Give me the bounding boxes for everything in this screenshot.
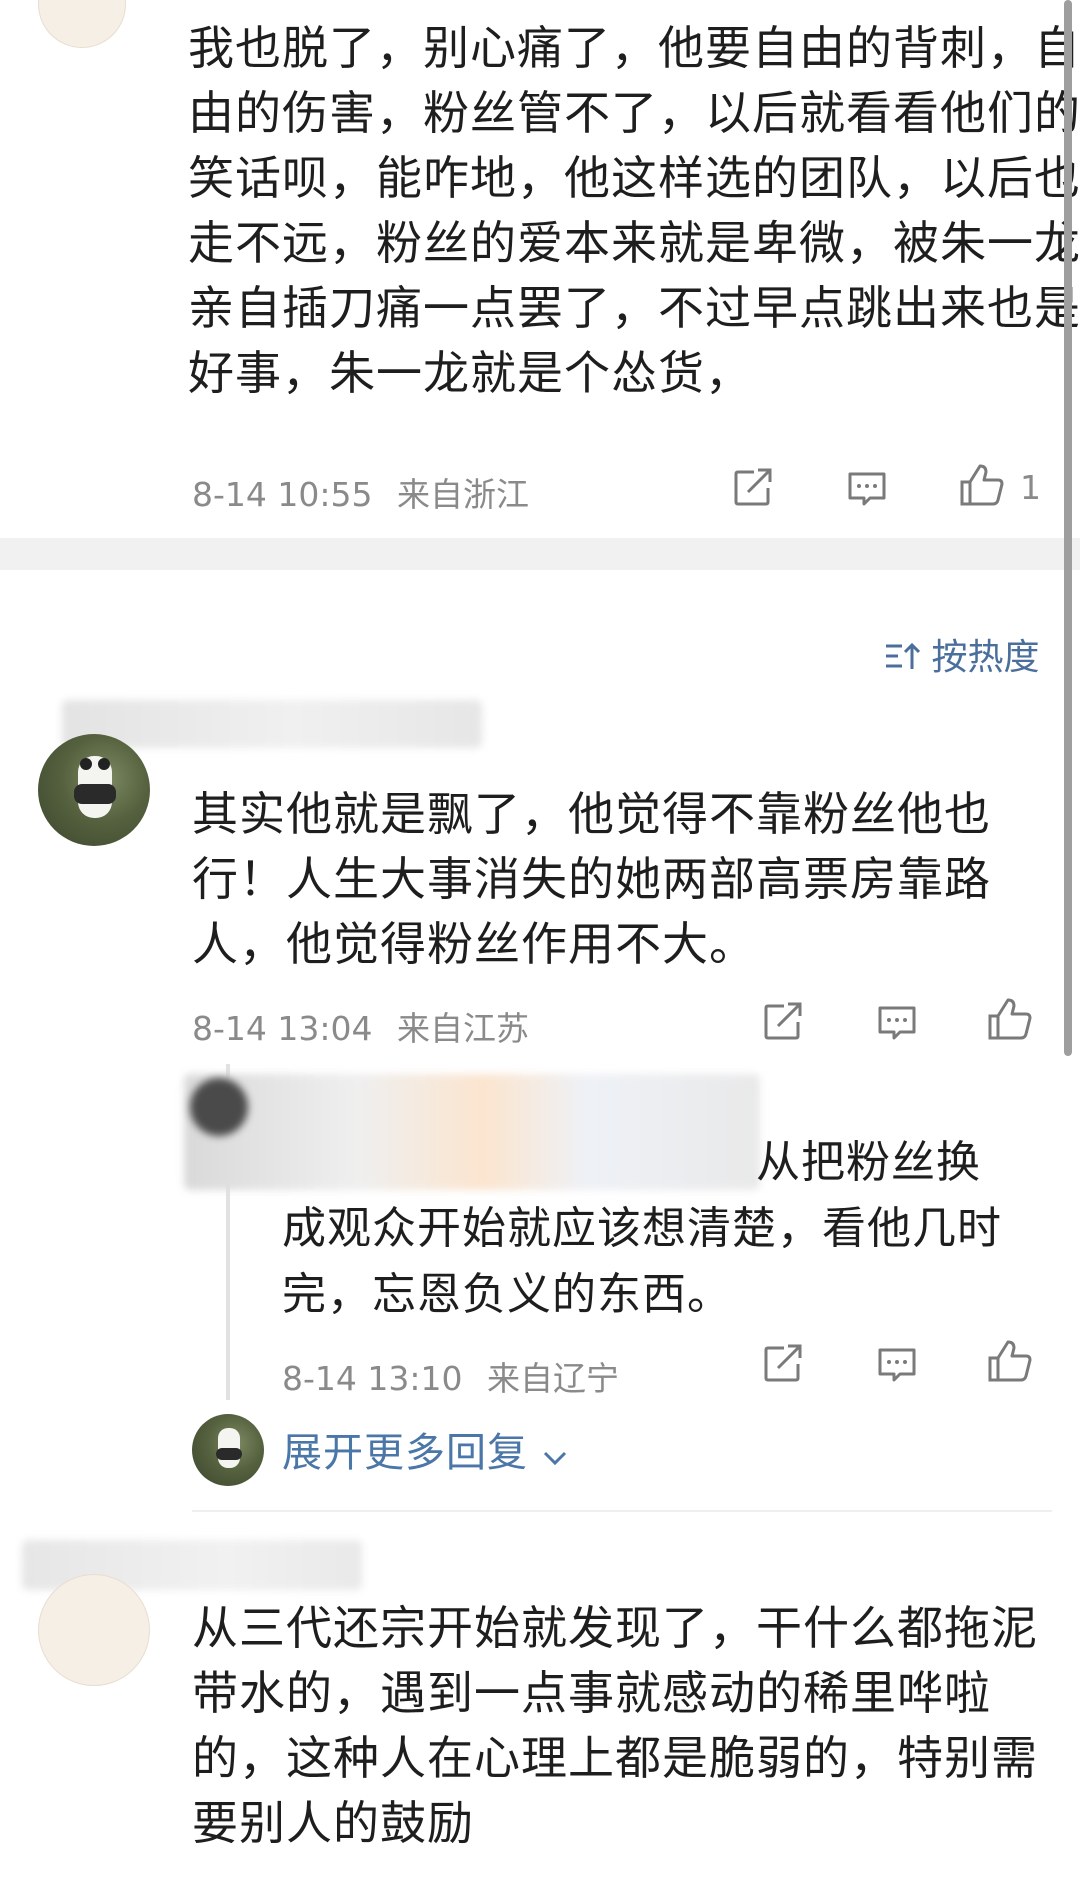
timestamp: 8-14 10:55 (192, 475, 373, 514)
comment-separator (192, 1510, 1052, 1512)
comment-line: 行！人生大事消失的她两部高票房靠路 (192, 852, 991, 906)
comment-line: 由的伤害，粉丝管不了，以后就看看他们的 (188, 86, 1080, 140)
reply-meta: 8-14 13:10 来自辽宁 (282, 1352, 619, 1400)
comment-body: 从三代还宗开始就发现了，干什么都拖泥 带水的，遇到一点事就感动的稀里哗啦 的，这… (192, 1596, 1038, 1856)
share-icon[interactable] (762, 1002, 804, 1042)
comment-meta: 8-14 13:04 来自江苏 (192, 1002, 529, 1050)
expand-label: 展开更多回复 (282, 1430, 528, 1476)
comment-icon[interactable] (876, 1346, 918, 1386)
username-redacted (62, 700, 482, 748)
avatar[interactable] (38, 0, 126, 48)
comment-meta: 8-14 10:55 来自浙江 (192, 468, 529, 516)
scrollbar[interactable] (1064, 0, 1072, 1056)
share-icon[interactable] (732, 468, 774, 508)
location: 来自江苏 (397, 1009, 529, 1048)
comment-icon[interactable] (846, 470, 888, 510)
section-divider (0, 538, 1080, 570)
comment-line: 带水的，遇到一点事就感动的稀里哗啦 (192, 1666, 991, 1720)
reply-line: 从把粉丝换 (756, 1137, 981, 1188)
comment-line: 好事，朱一龙就是个怂货， (188, 346, 752, 400)
comment-body: 我也脱了，别心痛了，他要自由的背刺，自 由的伤害，粉丝管不了，以后就看看他们的 … (188, 16, 1080, 406)
avatar[interactable] (192, 1414, 264, 1486)
comment-line: 要别人的鼓励 (192, 1796, 474, 1850)
sort-toggle[interactable]: 按热度 (884, 628, 1039, 680)
like-count: 1 (1020, 468, 1041, 507)
comment-line: 亲自插刀痛一点罢了，不过早点跳出来也是 (188, 281, 1080, 335)
comment-line: 我也脱了，别心痛了，他要自由的背刺，自 (188, 21, 1080, 75)
comment-line: 从三代还宗开始就发现了，干什么都拖泥 (192, 1601, 1038, 1655)
like-icon[interactable] (986, 1338, 1034, 1384)
timestamp: 8-14 13:10 (282, 1359, 463, 1398)
reply-line: 完，忘恩负义的东西。 (282, 1269, 732, 1320)
sort-icon (884, 639, 921, 680)
comment-line: 的，这种人在心理上都是脆弱的，特别需 (192, 1731, 1038, 1785)
reply-line: 成观众开始就应该想清楚，看他几时 (282, 1203, 1002, 1254)
like-icon[interactable] (958, 462, 1006, 508)
location: 来自浙江 (397, 475, 529, 514)
expand-more-replies[interactable]: 展开更多回复 (282, 1420, 568, 1478)
avatar[interactable] (38, 1574, 150, 1686)
comment-icon[interactable] (876, 1004, 918, 1044)
reply-avatar-redacted (190, 1078, 248, 1136)
chevron-down-icon (542, 1432, 568, 1478)
comment-line: 笑话呗，能咋地，他这样选的团队，以后也 (188, 151, 1080, 205)
reply-body: 从把粉丝换 成观众开始就应该想清楚，看他几时 完，忘恩负义的东西。 (282, 1130, 1002, 1328)
location: 来自辽宁 (487, 1359, 619, 1398)
like-icon[interactable] (986, 996, 1034, 1042)
avatar[interactable] (38, 734, 150, 846)
share-icon[interactable] (762, 1344, 804, 1384)
comment-line: 其实他就是飘了，他觉得不靠粉丝他也 (192, 787, 991, 841)
timestamp: 8-14 13:04 (192, 1009, 373, 1048)
sort-label: 按热度 (931, 637, 1040, 678)
comment-line: 人，他觉得粉丝作用不大。 (192, 917, 756, 971)
comment-line: 走不远，粉丝的爱本来就是卑微，被朱一龙 (188, 216, 1080, 270)
comment-body: 其实他就是飘了，他觉得不靠粉丝他也 行！人生大事消失的她两部高票房靠路 人，他觉… (192, 782, 991, 977)
